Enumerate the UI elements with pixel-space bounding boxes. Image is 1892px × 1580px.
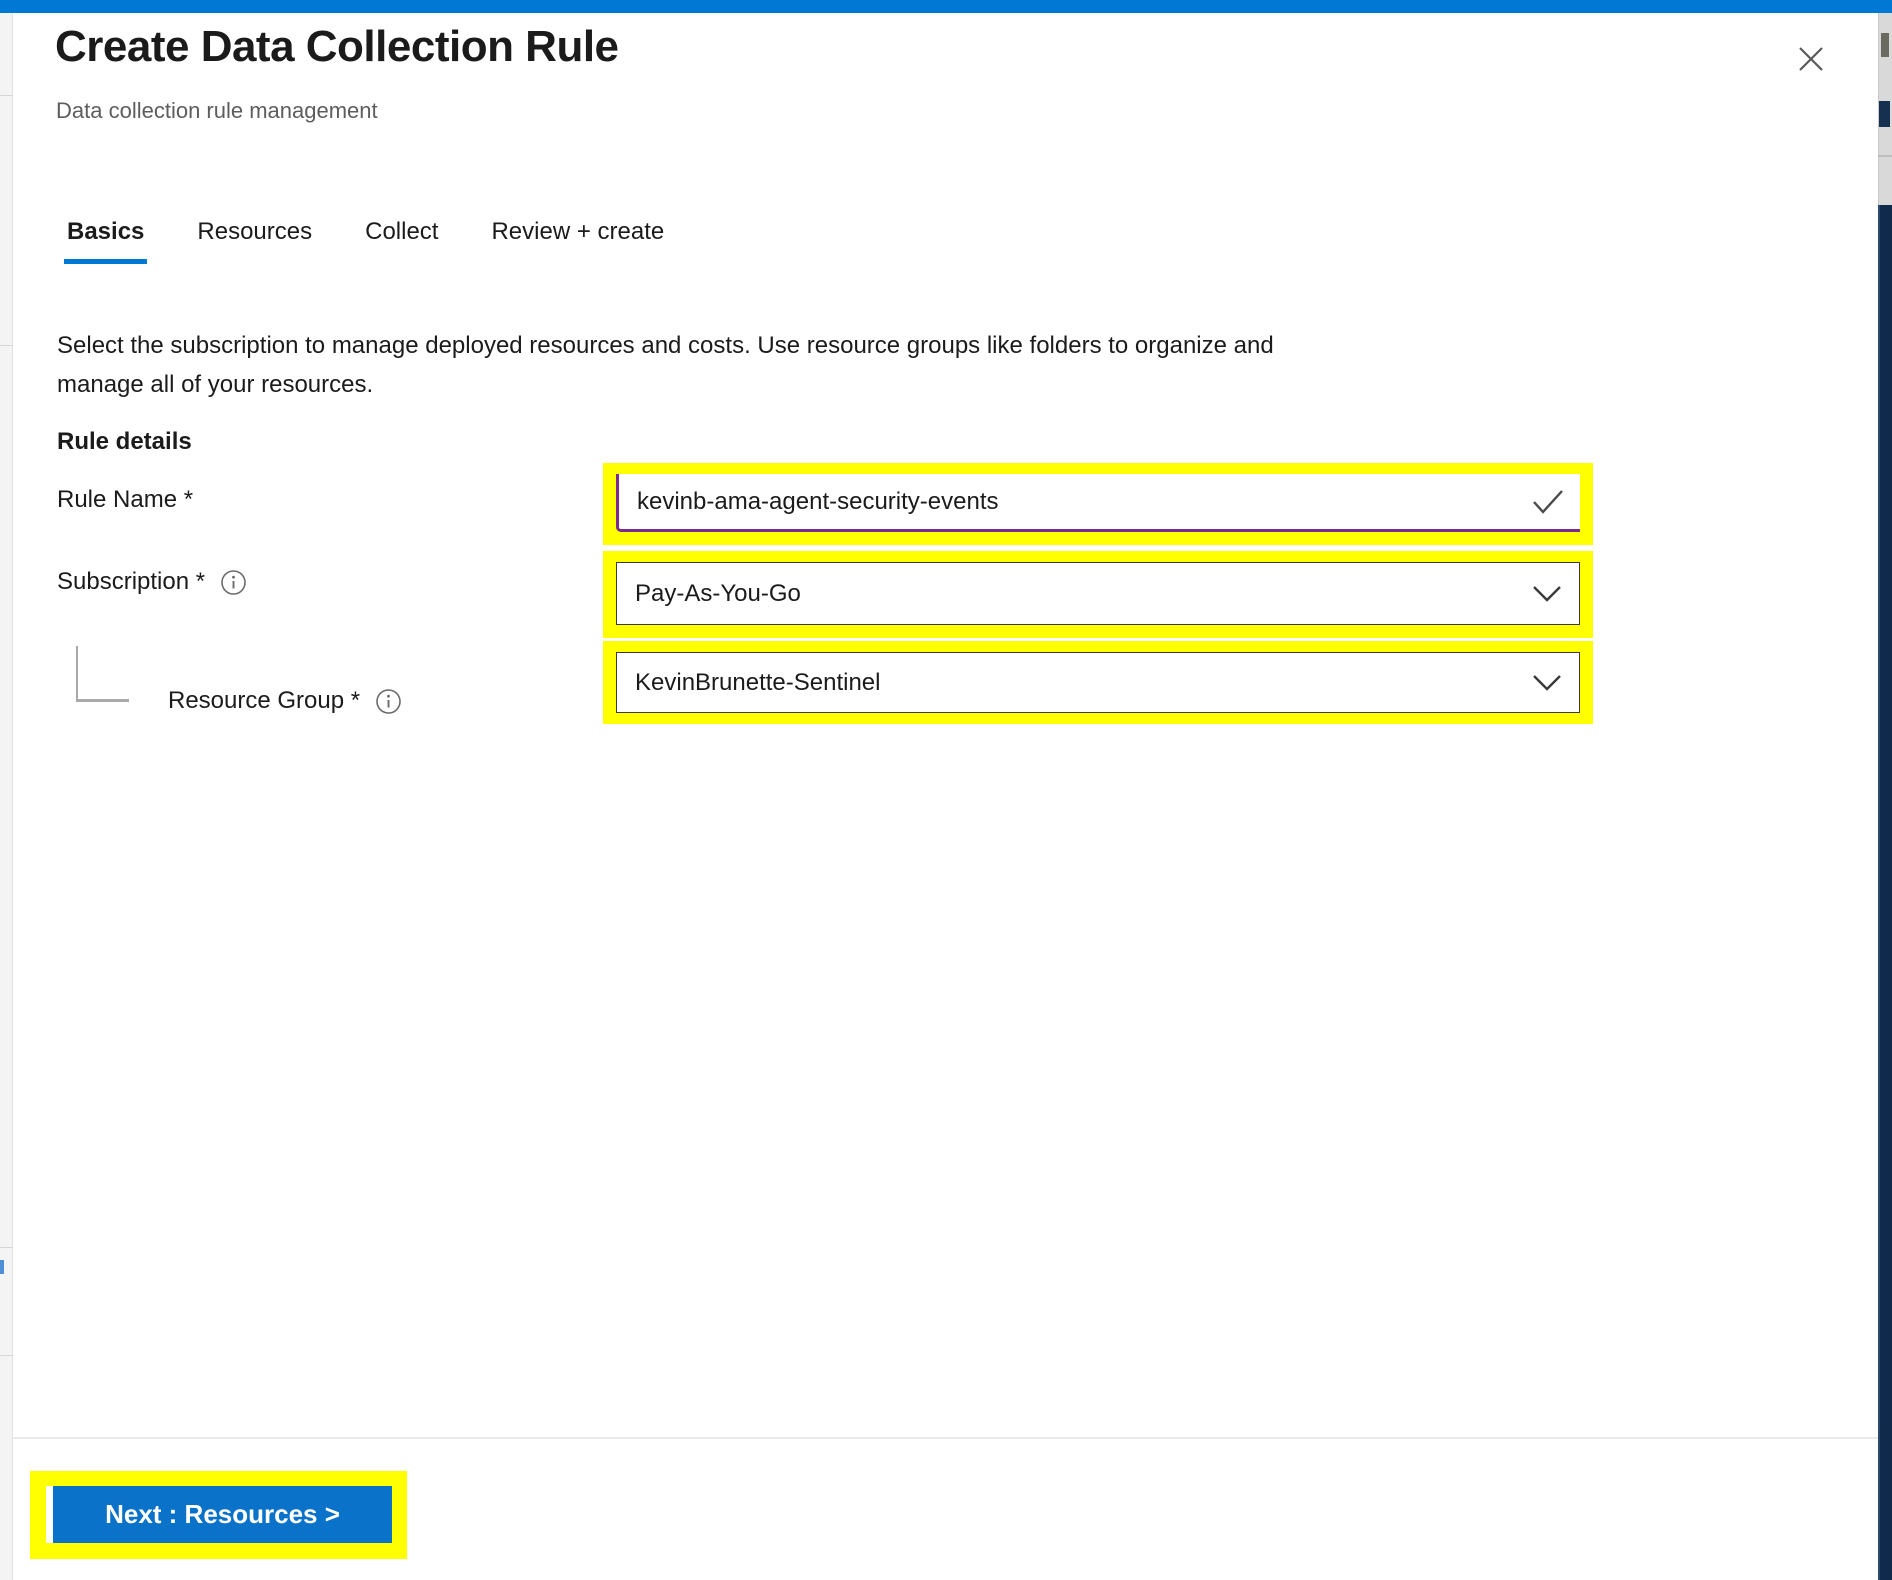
resource-group-label-text: Resource Group * bbox=[168, 687, 360, 715]
azure-top-bar bbox=[0, 0, 1892, 13]
background-divider bbox=[0, 345, 13, 346]
checkmark-icon bbox=[1530, 488, 1566, 516]
hierarchy-connector-horizontal bbox=[76, 699, 129, 702]
tab-basics[interactable]: Basics bbox=[67, 218, 144, 264]
tab-resources[interactable]: Resources bbox=[197, 218, 312, 264]
background-divider bbox=[0, 95, 13, 96]
tab-review-create[interactable]: Review + create bbox=[491, 218, 664, 264]
subscription-description: Select the subscription to manage deploy… bbox=[57, 326, 1274, 404]
resource-group-value: KevinBrunette-Sentinel bbox=[617, 669, 880, 697]
resource-group-dropdown[interactable]: KevinBrunette-Sentinel bbox=[616, 652, 1580, 713]
background-pane-edge bbox=[1878, 205, 1892, 1580]
page-title: Create Data Collection Rule bbox=[55, 22, 619, 72]
background-artifact bbox=[1879, 101, 1890, 127]
footer-divider bbox=[13, 1437, 1878, 1439]
background-artifact bbox=[1878, 155, 1892, 157]
rule-details-heading: Rule details bbox=[57, 428, 192, 456]
resource-group-label: Resource Group * bbox=[168, 687, 402, 715]
background-artifact bbox=[1881, 33, 1889, 57]
description-line-2: manage all of your resources. bbox=[57, 365, 1274, 404]
background-divider bbox=[0, 1355, 13, 1356]
next-resources-button[interactable]: Next : Resources > bbox=[53, 1486, 392, 1543]
highlight-gap bbox=[46, 1486, 53, 1543]
close-icon bbox=[1796, 44, 1826, 74]
rule-name-label-text: Rule Name * bbox=[57, 486, 193, 514]
chevron-down-icon bbox=[1529, 583, 1565, 605]
rule-name-input[interactable]: kevinb-ama-agent-security-events bbox=[616, 474, 1580, 532]
rule-name-value: kevinb-ama-agent-security-events bbox=[619, 488, 999, 516]
hierarchy-connector-vertical bbox=[76, 646, 78, 701]
info-icon[interactable] bbox=[220, 569, 247, 596]
page-subtitle: Data collection rule management bbox=[56, 98, 378, 124]
subscription-label: Subscription * bbox=[57, 568, 247, 596]
create-data-collection-rule-screen: Create Data Collection Rule Data collect… bbox=[0, 0, 1892, 1580]
background-divider bbox=[0, 1247, 13, 1248]
tab-collect[interactable]: Collect bbox=[365, 218, 438, 264]
background-page-left-edge bbox=[0, 13, 13, 1580]
subscription-dropdown[interactable]: Pay-As-You-Go bbox=[616, 562, 1580, 625]
subscription-value: Pay-As-You-Go bbox=[617, 580, 801, 608]
chevron-down-icon bbox=[1529, 672, 1565, 694]
background-accent-mark bbox=[0, 1260, 4, 1274]
description-line-1: Select the subscription to manage deploy… bbox=[57, 326, 1274, 365]
info-icon[interactable] bbox=[375, 688, 402, 715]
close-button[interactable] bbox=[1792, 40, 1830, 78]
next-button-highlight: Next : Resources > bbox=[30, 1471, 407, 1559]
wizard-tabs: Basics Resources Collect Review + create bbox=[67, 218, 664, 264]
rule-name-label: Rule Name * bbox=[57, 486, 193, 514]
subscription-label-text: Subscription * bbox=[57, 568, 205, 596]
